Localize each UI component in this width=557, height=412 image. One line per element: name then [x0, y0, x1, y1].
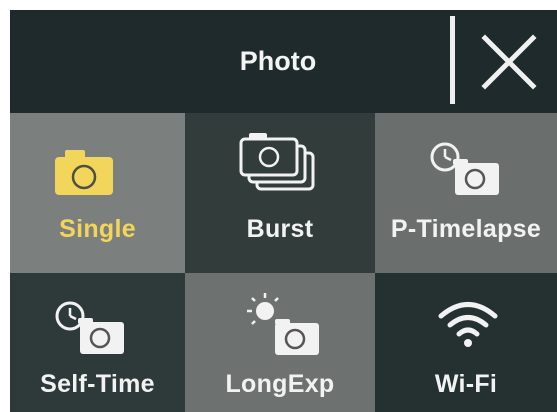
camera-icon	[55, 150, 113, 195]
mode-label: LongExp	[225, 370, 335, 398]
mode-burst-tile[interactable]: Burst	[185, 113, 375, 273]
mode-label: Self-Time	[40, 370, 155, 398]
header-divider	[450, 16, 455, 104]
camera-photo-menu: Photo Single Burst P-Timelapse Self-Time…	[10, 10, 557, 412]
mode-label: Wi-Fi	[434, 370, 498, 398]
mode-wifi-tile[interactable]: Wi-Fi	[375, 273, 557, 412]
timelapse-camera-icon	[430, 142, 499, 195]
mode-label: P-Timelapse	[390, 215, 542, 243]
mode-self-time-tile[interactable]: Self-Time	[10, 273, 185, 412]
mode-single-tile[interactable]: Single	[10, 113, 185, 273]
mode-grid: Single Burst P-Timelapse Self-Time LongE…	[10, 113, 557, 412]
page-title: Photo	[239, 46, 317, 76]
mode-label: Burst	[246, 215, 314, 243]
burst-camera-icon	[239, 133, 315, 191]
mode-longexp-tile[interactable]: LongExp	[185, 273, 375, 412]
header-bar: Photo	[10, 10, 557, 113]
mode-p-timelapse-tile[interactable]: P-Timelapse	[375, 113, 557, 273]
close-button[interactable]	[465, 16, 555, 106]
close-icon	[481, 34, 537, 90]
mode-label: Single	[59, 215, 136, 243]
